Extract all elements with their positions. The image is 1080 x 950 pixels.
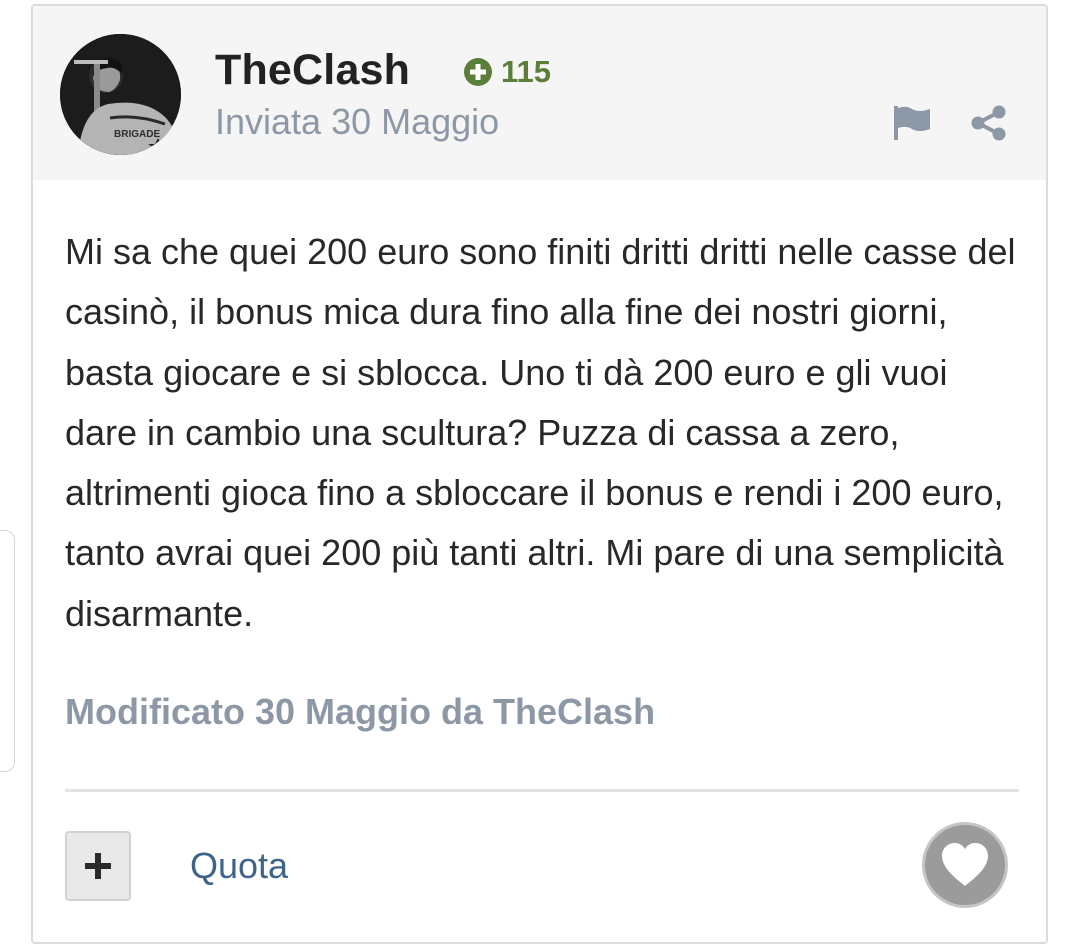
divider — [65, 789, 1019, 792]
like-button[interactable] — [922, 822, 1008, 908]
post-content: Mi sa che quei 200 euro sono finiti drit… — [65, 231, 1016, 634]
flag-icon — [894, 106, 930, 140]
heart-icon — [942, 843, 988, 886]
quote-button[interactable]: Quota — [190, 840, 288, 892]
share-button[interactable] — [965, 100, 1013, 146]
avatar-shirt-text: BRIGADE — [114, 129, 160, 140]
avatar-photo: BRIGADE — [60, 34, 181, 155]
post-header: BRIGADE TheClash 115 Inviata 30 Maggio — [33, 6, 1046, 180]
plus-icon — [85, 853, 111, 879]
reputation-count: 115 — [501, 54, 552, 89]
side-drawer-handle[interactable] — [0, 530, 15, 772]
avatar[interactable]: BRIGADE — [60, 34, 181, 155]
plus-circle-icon — [464, 58, 492, 86]
page: BRIGADE TheClash 115 Inviata 30 Maggio M… — [0, 0, 1080, 950]
post-card: BRIGADE TheClash 115 Inviata 30 Maggio M… — [31, 4, 1048, 944]
multiquote-button[interactable] — [65, 831, 131, 901]
edit-note: Modificato 30 Maggio da TheClash — [65, 691, 656, 732]
report-button[interactable] — [888, 100, 936, 146]
post-date[interactable]: Inviata 30 Maggio — [215, 100, 499, 144]
reputation-badge: 115 — [463, 54, 551, 90]
share-icon — [971, 105, 1006, 141]
author-name[interactable]: TheClash — [215, 44, 410, 96]
